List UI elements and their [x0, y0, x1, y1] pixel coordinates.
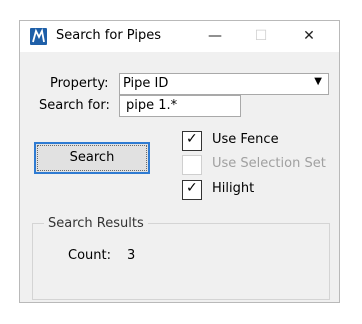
- search-results-title: Search Results: [44, 216, 148, 231]
- property-label: Property:: [50, 76, 109, 91]
- close-button[interactable]: ✕: [286, 21, 332, 52]
- search-value: pipe 1.*: [126, 98, 178, 113]
- search-input[interactable]: pipe 1.*: [119, 95, 241, 117]
- property-value: Pipe ID: [123, 76, 169, 91]
- chevron-down-icon: ▼: [314, 76, 322, 87]
- use-selection-set-checkbox[interactable]: [182, 155, 202, 175]
- count-value: 3: [127, 248, 136, 263]
- use-fence-label: Use Fence: [212, 132, 279, 147]
- hilight-label: Hilight: [212, 181, 255, 196]
- checkmark-icon: ✓: [186, 180, 198, 196]
- count-label: Count:: [68, 248, 111, 263]
- dialog-window: Search for Pipes — ☐ ✕ Property: Pipe ID…: [19, 20, 340, 303]
- search-button[interactable]: Search: [34, 142, 150, 174]
- hilight-checkbox[interactable]: ✓: [182, 180, 202, 200]
- app-logo-icon: [30, 28, 47, 45]
- property-select[interactable]: Pipe ID ▼: [119, 73, 329, 95]
- title-bar: Search for Pipes — ☐ ✕: [20, 21, 339, 52]
- use-fence-checkbox[interactable]: ✓: [182, 131, 202, 151]
- window-title: Search for Pipes: [56, 28, 161, 43]
- checkmark-icon: ✓: [186, 131, 198, 147]
- search-label: Search for:: [39, 98, 110, 113]
- search-button-label: Search: [69, 150, 115, 165]
- maximize-button[interactable]: ☐: [238, 21, 284, 52]
- use-selection-set-label: Use Selection Set: [212, 156, 326, 171]
- minimize-button[interactable]: —: [192, 21, 238, 52]
